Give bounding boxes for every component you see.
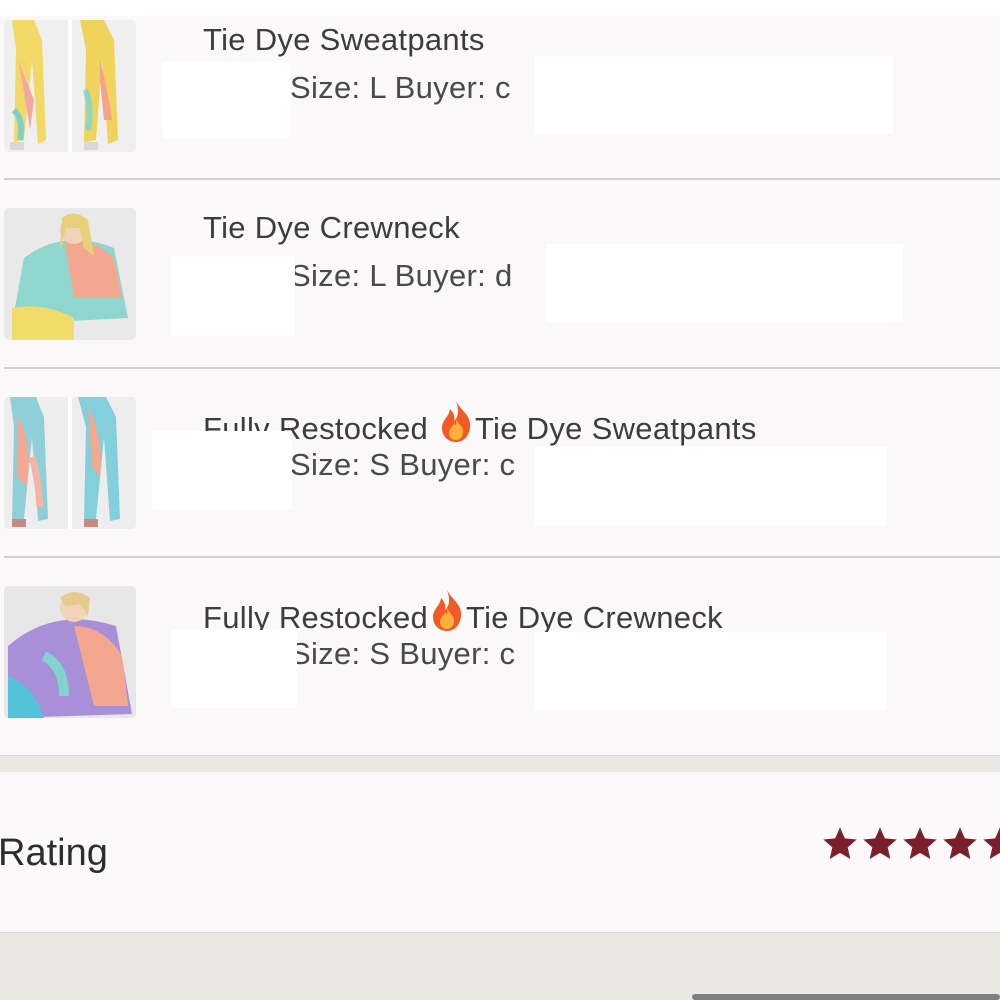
redaction-box [162, 62, 290, 138]
list-item[interactable]: Tie Dye Crewneck Size: L Buyer: d [0, 188, 1000, 376]
sweatpants-photo-icon [4, 397, 136, 529]
list-item[interactable]: Fully Restocked Tie Dye Crewneck Size: S … [0, 566, 1000, 754]
fire-icon [437, 399, 475, 451]
sweatpants-thumbnail[interactable] [4, 20, 136, 152]
redaction-box [152, 431, 292, 510]
item-title[interactable]: Tie Dye Sweatpants [203, 22, 485, 58]
sweatpants-thumbnail[interactable] [4, 397, 136, 529]
fire-icon [428, 588, 466, 640]
crewneck-thumbnail[interactable] [4, 586, 136, 718]
item-title-suffix: Tie Dye Crewneck [466, 600, 723, 635]
crewneck-photo-icon [4, 208, 136, 340]
item-meta: Size: L Buyer: c [290, 70, 511, 105]
item-title-suffix: Tie Dye Sweatpants [474, 411, 757, 446]
list-item[interactable]: Fullv Restocked Tie Dye Sweatpants Size:… [0, 377, 1000, 565]
redaction-box [171, 256, 295, 336]
scrollbar[interactable] [692, 994, 1000, 1000]
redaction-box [535, 447, 887, 525]
crewneck-photo-icon [4, 586, 136, 718]
divider [4, 178, 1000, 180]
star-icon [863, 827, 897, 859]
item-meta: Size: S Buyer: c [290, 636, 516, 671]
item-meta: Size: L Buyer: d [290, 258, 513, 293]
star-icon [903, 827, 937, 859]
item-meta: Size: S Buyer: c [290, 447, 516, 482]
redaction-box [535, 56, 893, 134]
star-icon [943, 827, 977, 859]
item-title[interactable]: Tie Dye Crewneck [203, 210, 460, 246]
redaction-box [546, 244, 903, 322]
divider [4, 367, 1000, 369]
sold-items-page: Tie Dye Sweatpants Size: L Buyer: c Tie … [0, 0, 1000, 1000]
list-item[interactable]: Tie Dye Sweatpants Size: L Buyer: c [0, 0, 1000, 188]
divider [4, 556, 1000, 558]
star-icon [983, 827, 1000, 859]
bottom-separator [0, 932, 1000, 1000]
redaction-box [171, 630, 297, 708]
rating-stars [820, 824, 1000, 864]
redaction-box [535, 632, 887, 710]
rating-label: Rating [0, 832, 108, 874]
star-icon [823, 827, 857, 859]
crewneck-thumbnail[interactable] [4, 208, 136, 340]
section-separator [0, 755, 1000, 773]
sweatpants-photo-icon [4, 20, 136, 152]
rating-row: Rating [0, 772, 1000, 932]
